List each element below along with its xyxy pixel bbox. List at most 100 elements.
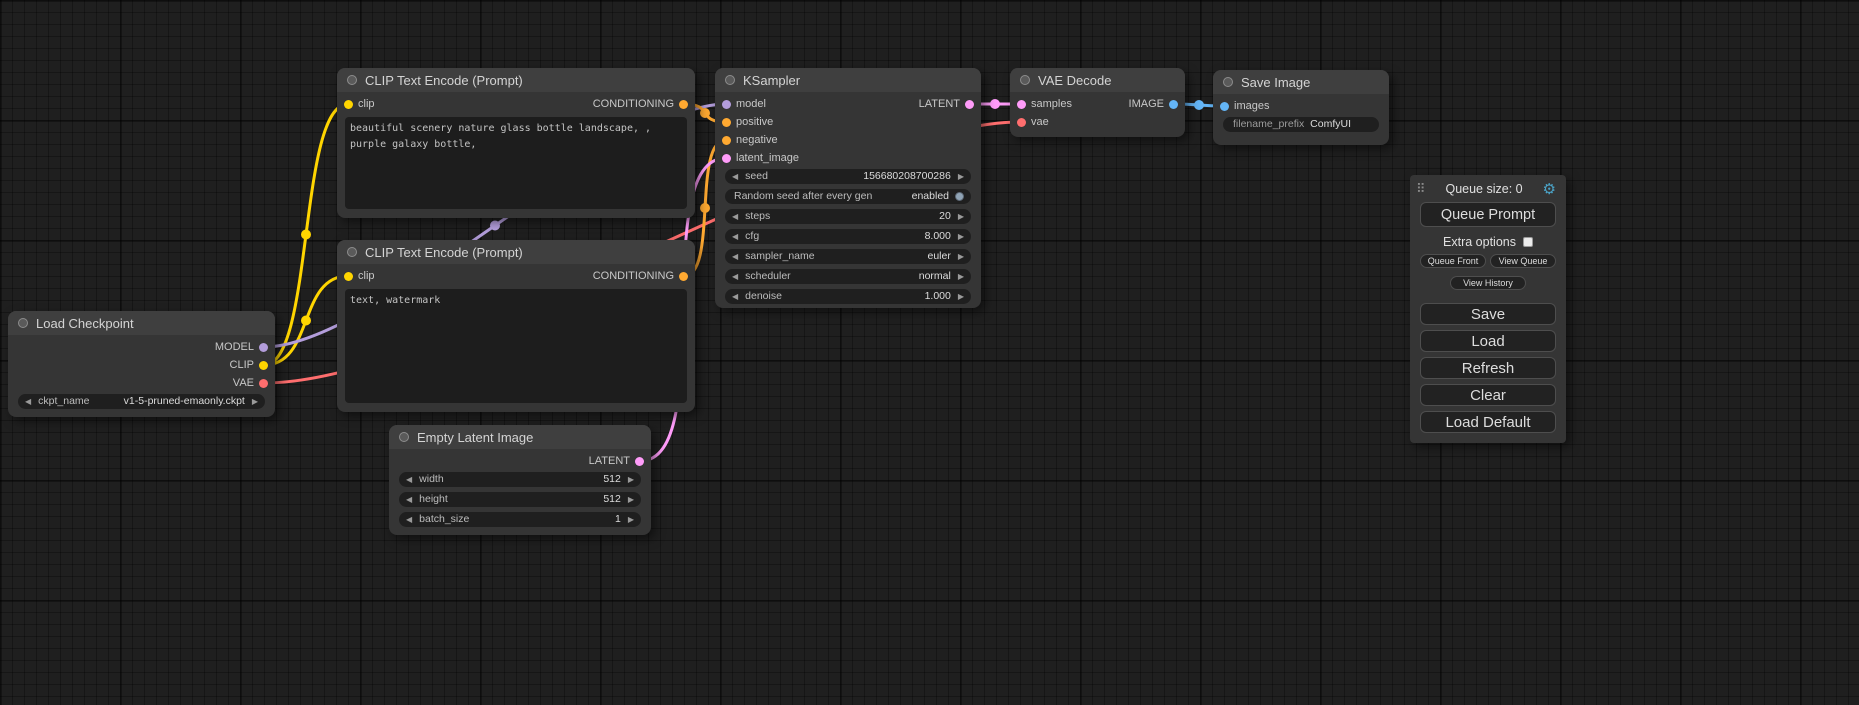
prev-value-icon[interactable]: ◀ xyxy=(732,253,738,261)
decrement-icon[interactable]: ◀ xyxy=(732,293,738,301)
collapse-dot-icon[interactable] xyxy=(18,318,28,328)
node-empty-latent-image[interactable]: Empty Latent Image LATENT ◀ width 512 ▶ … xyxy=(389,425,651,535)
extra-options-checkbox[interactable] xyxy=(1523,237,1533,247)
node-vae-decode[interactable]: VAE Decode samples IMAGE vae xyxy=(1010,68,1185,137)
node-clip-text-encode-negative[interactable]: CLIP Text Encode (Prompt) clip CONDITION… xyxy=(337,240,695,412)
input-slot-clip[interactable]: clip xyxy=(344,271,375,282)
decrement-icon[interactable]: ◀ xyxy=(406,476,412,484)
node-title-bar[interactable]: Empty Latent Image xyxy=(389,425,651,449)
increment-icon[interactable]: ▶ xyxy=(958,293,964,301)
node-graph-canvas[interactable]: Load Checkpoint MODEL CLIP VAE xyxy=(0,0,1859,705)
widget-ckpt-name[interactable]: ◀ ckpt_name v1-5-pruned-emaonly.ckpt ▶ xyxy=(18,394,265,409)
output-slot-latent[interactable]: LATENT xyxy=(919,99,974,110)
increment-icon[interactable]: ▶ xyxy=(628,476,634,484)
queue-front-button[interactable]: Queue Front xyxy=(1420,254,1486,268)
conditioning-slot-dot[interactable] xyxy=(722,136,731,145)
node-ksampler[interactable]: KSampler model LATENT positive xyxy=(715,68,981,308)
output-slot-conditioning[interactable]: CONDITIONING xyxy=(593,99,688,110)
increment-icon[interactable]: ▶ xyxy=(628,516,634,524)
next-value-icon[interactable]: ▶ xyxy=(958,253,964,261)
view-history-button[interactable]: View History xyxy=(1450,276,1526,290)
output-slot-conditioning[interactable]: CONDITIONING xyxy=(593,271,688,282)
collapse-dot-icon[interactable] xyxy=(725,75,735,85)
widget-batch-size[interactable]: ◀ batch_size 1 ▶ xyxy=(399,512,641,527)
clip-slot-dot[interactable] xyxy=(344,100,353,109)
increment-icon[interactable]: ▶ xyxy=(628,496,634,504)
widget-filename-prefix[interactable]: filename_prefix ComfyUI xyxy=(1223,117,1379,132)
collapse-dot-icon[interactable] xyxy=(1020,75,1030,85)
prev-value-icon[interactable]: ◀ xyxy=(732,273,738,281)
node-title-bar[interactable]: KSampler xyxy=(715,68,981,92)
output-slot-vae[interactable]: VAE xyxy=(233,378,268,389)
clip-slot-dot[interactable] xyxy=(344,272,353,281)
output-slot-model[interactable]: MODEL xyxy=(215,342,268,353)
widget-steps[interactable]: ◀ steps 20 ▶ xyxy=(725,209,971,224)
load-button[interactable]: Load xyxy=(1420,330,1556,352)
settings-gear-icon[interactable]: ⚙ xyxy=(1543,182,1556,197)
conditioning-slot-dot[interactable] xyxy=(722,118,731,127)
widget-denoise[interactable]: ◀ denoise 1.000 ▶ xyxy=(725,289,971,304)
vae-slot-dot[interactable] xyxy=(259,379,268,388)
model-slot-dot[interactable] xyxy=(259,343,268,352)
queue-prompt-button[interactable]: Queue Prompt xyxy=(1420,202,1556,227)
input-slot-images[interactable]: images xyxy=(1220,101,1269,112)
prev-value-icon[interactable]: ◀ xyxy=(25,398,31,406)
clear-button[interactable]: Clear xyxy=(1420,384,1556,406)
latent-slot-dot[interactable] xyxy=(635,457,644,466)
conditioning-slot-dot[interactable] xyxy=(679,272,688,281)
view-queue-button[interactable]: View Queue xyxy=(1490,254,1556,268)
input-slot-positive[interactable]: positive xyxy=(722,117,773,128)
node-title-bar[interactable]: VAE Decode xyxy=(1010,68,1185,92)
widget-width[interactable]: ◀ width 512 ▶ xyxy=(399,472,641,487)
save-button[interactable]: Save xyxy=(1420,303,1556,325)
output-slot-latent[interactable]: LATENT xyxy=(589,456,644,467)
latent-slot-dot[interactable] xyxy=(1017,100,1026,109)
collapse-dot-icon[interactable] xyxy=(347,247,357,257)
decrement-icon[interactable]: ◀ xyxy=(732,173,738,181)
node-save-image[interactable]: Save Image images filename_prefix ComfyU… xyxy=(1213,70,1389,145)
decrement-icon[interactable]: ◀ xyxy=(406,496,412,504)
decrement-icon[interactable]: ◀ xyxy=(406,516,412,524)
increment-icon[interactable]: ▶ xyxy=(958,233,964,241)
clip-slot-dot[interactable] xyxy=(259,361,268,370)
vae-slot-dot[interactable] xyxy=(1017,118,1026,127)
input-slot-vae[interactable]: vae xyxy=(1017,117,1049,128)
image-slot-dot[interactable] xyxy=(1169,100,1178,109)
latent-slot-dot[interactable] xyxy=(965,100,974,109)
widget-scheduler[interactable]: ◀ scheduler normal ▶ xyxy=(725,269,971,284)
input-slot-latent-image[interactable]: latent_image xyxy=(722,153,799,164)
node-load-checkpoint[interactable]: Load Checkpoint MODEL CLIP VAE xyxy=(8,311,275,417)
node-title-bar[interactable]: Load Checkpoint xyxy=(8,311,275,335)
positive-prompt-text[interactable]: beautiful scenery nature glass bottle la… xyxy=(345,117,687,209)
node-clip-text-encode-positive[interactable]: CLIP Text Encode (Prompt) clip CONDITION… xyxy=(337,68,695,218)
output-slot-image[interactable]: IMAGE xyxy=(1129,99,1178,110)
input-slot-samples[interactable]: samples xyxy=(1017,99,1072,110)
widget-cfg[interactable]: ◀ cfg 8.000 ▶ xyxy=(725,229,971,244)
input-slot-clip[interactable]: clip xyxy=(344,99,375,110)
refresh-button[interactable]: Refresh xyxy=(1420,357,1556,379)
node-title-bar[interactable]: CLIP Text Encode (Prompt) xyxy=(337,68,695,92)
widget-random-seed-toggle[interactable]: Random seed after every gen enabled xyxy=(725,189,971,204)
load-default-button[interactable]: Load Default xyxy=(1420,411,1556,433)
increment-icon[interactable]: ▶ xyxy=(958,173,964,181)
widget-seed[interactable]: ◀ seed 156680208700286 ▶ xyxy=(725,169,971,184)
input-slot-negative[interactable]: negative xyxy=(722,135,778,146)
increment-icon[interactable]: ▶ xyxy=(958,213,964,221)
image-slot-dot[interactable] xyxy=(1220,102,1229,111)
collapse-dot-icon[interactable] xyxy=(1223,77,1233,87)
latent-slot-dot[interactable] xyxy=(722,154,731,163)
input-slot-model[interactable]: model xyxy=(722,99,766,110)
output-slot-clip[interactable]: CLIP xyxy=(230,360,268,371)
widget-height[interactable]: ◀ height 512 ▶ xyxy=(399,492,641,507)
widget-sampler-name[interactable]: ◀ sampler_name euler ▶ xyxy=(725,249,971,264)
decrement-icon[interactable]: ◀ xyxy=(732,233,738,241)
negative-prompt-text[interactable]: text, watermark xyxy=(345,289,687,403)
conditioning-slot-dot[interactable] xyxy=(679,100,688,109)
collapse-dot-icon[interactable] xyxy=(347,75,357,85)
node-title-bar[interactable]: Save Image xyxy=(1213,70,1389,94)
toggle-knob-icon[interactable] xyxy=(955,192,964,201)
model-slot-dot[interactable] xyxy=(722,100,731,109)
decrement-icon[interactable]: ◀ xyxy=(732,213,738,221)
next-value-icon[interactable]: ▶ xyxy=(252,398,258,406)
drag-handle-icon[interactable]: ⠿ xyxy=(1416,181,1426,197)
